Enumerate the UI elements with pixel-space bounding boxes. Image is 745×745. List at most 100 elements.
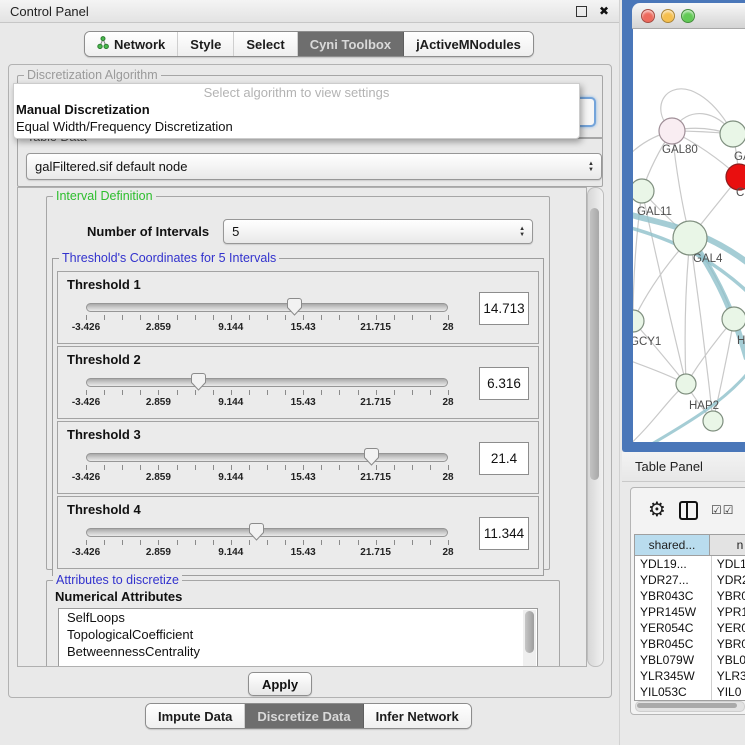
slider-ticks — [86, 465, 448, 471]
network-node-pink[interactable] — [659, 118, 685, 144]
table-cell[interactable]: YDL19... — [635, 556, 712, 572]
threshold-slider[interactable]: -3.4262.8599.14415.4321.71528 — [86, 298, 448, 338]
control-panel-tabbar: Network Style SelectCyni ToolboxjActiveMNo… — [84, 31, 534, 57]
table-row[interactable]: YDL19...YDL1 — [635, 556, 745, 572]
tab-network[interactable]: Network — [85, 32, 178, 56]
attribute-item-selfloops[interactable]: SelfLoops — [59, 609, 537, 626]
table-horizontal-scrollbar[interactable] — [635, 701, 745, 712]
network-node-green[interactable] — [633, 310, 644, 332]
slider-thumb[interactable] — [364, 448, 379, 471]
table-cell[interactable]: YBL0 — [712, 652, 745, 668]
table-cell[interactable]: YBR043C — [635, 588, 712, 604]
table-cell[interactable]: YBR0 — [712, 636, 745, 652]
algorithm-option-equal-width-frequency-discretization[interactable]: Equal Width/Frequency Discretization — [14, 118, 579, 135]
table-row[interactable]: YER054CYER0 — [635, 620, 745, 636]
minimize-traffic-light[interactable] — [661, 9, 675, 23]
table-cell[interactable]: YPR145W — [635, 604, 712, 620]
column-header-1[interactable]: shared... — [635, 535, 710, 556]
network-node-green[interactable] — [676, 374, 696, 394]
table-cell[interactable]: YBR0 — [712, 588, 745, 604]
numerical-attributes-list[interactable]: SelfLoopsTopologicalCoefficientBetweenne… — [58, 608, 538, 667]
threshold-value-field[interactable]: 11.344 — [479, 517, 529, 550]
threshold-slider[interactable]: -3.4262.8599.14415.4321.71528 — [86, 373, 448, 413]
tab-label: Discretize Data — [257, 709, 350, 724]
gear-icon[interactable]: ⚙ — [648, 500, 666, 520]
close-traffic-light[interactable] — [641, 9, 655, 23]
slider-track[interactable] — [86, 303, 448, 312]
zoom-traffic-light[interactable] — [681, 9, 695, 23]
table-cell[interactable]: YIL053C — [635, 684, 712, 700]
table-row[interactable]: YLR345WYLR3 — [635, 668, 745, 684]
table-row[interactable]: YBR043CYBR0 — [635, 588, 745, 604]
slider-thumb[interactable] — [249, 523, 264, 546]
table-cell[interactable]: YIL0 — [712, 684, 745, 700]
slider-track[interactable] — [86, 378, 448, 387]
tick-labels: -3.4262.8599.14415.4321.71528 — [86, 547, 448, 559]
scrollbar-thumb[interactable] — [525, 611, 534, 653]
table-cell[interactable]: YLR3 — [712, 668, 745, 684]
float-window-icon[interactable] — [576, 6, 587, 17]
network-node-green[interactable] — [633, 179, 654, 203]
slider-track[interactable] — [86, 528, 448, 537]
algorithm-option-manual-discretization[interactable]: Manual Discretization — [14, 101, 579, 118]
checkbox-columns-icon[interactable]: ☑☑ — [711, 503, 735, 517]
tab-impute-data[interactable]: Impute Data — [146, 704, 245, 728]
threshold-value-field[interactable]: 21.4 — [479, 442, 529, 475]
tab-infer-network[interactable]: Infer Network — [364, 704, 471, 728]
tick-label: 28 — [442, 547, 453, 558]
network-edge[interactable] — [685, 238, 690, 384]
table-data-select[interactable]: galFiltered.sif default node ▲▼ — [26, 153, 602, 180]
table-cell[interactable]: YBL079W — [635, 652, 712, 668]
network-icon — [97, 36, 109, 52]
network-view-window[interactable]: GAL80GACGAL11GAL4GCY1HHAP2 — [622, 0, 745, 452]
slider-track[interactable] — [86, 453, 448, 462]
network-window-titlebar[interactable] — [632, 3, 745, 29]
tab-cyni-toolbox[interactable]: Cyni Toolbox — [298, 32, 404, 56]
network-graph[interactable]: GAL80GACGAL11GAL4GCY1HHAP2 — [633, 29, 745, 442]
attributes-scrollbar[interactable] — [523, 610, 536, 667]
table-cell[interactable]: YBR045C — [635, 636, 712, 652]
column-header-2[interactable]: n — [710, 535, 745, 556]
tab-jactivemnodules[interactable]: jActiveMNodules — [404, 32, 533, 56]
close-icon[interactable]: ✖ — [599, 5, 609, 17]
attribute-item-betweennesscentrality[interactable]: BetweennessCentrality — [59, 643, 537, 660]
tab-style[interactable]: Style — [178, 32, 234, 56]
threshold-slider[interactable]: -3.4262.8599.14415.4321.71528 — [86, 523, 448, 563]
node-label-c: C — [736, 187, 744, 199]
network-node-green[interactable] — [703, 411, 723, 431]
threshold-panel: Threshold 1-3.4262.8599.14415.4321.71528… — [57, 271, 539, 344]
split-panel-icon[interactable] — [679, 501, 698, 520]
threshold-slider[interactable]: -3.4262.8599.14415.4321.71528 — [86, 448, 448, 488]
table-row[interactable]: YPR145WYPR1 — [635, 604, 745, 620]
table-row[interactable]: YDR27...YDR2 — [635, 572, 745, 588]
table-row[interactable]: YBL079WYBL0 — [635, 652, 745, 668]
slider-thumb[interactable] — [191, 373, 206, 396]
table-cell[interactable]: YPR1 — [712, 604, 745, 620]
network-node-green[interactable] — [722, 307, 745, 331]
settings-vertical-scrollbar[interactable] — [587, 187, 604, 667]
network-canvas[interactable]: GAL80GACGAL11GAL4GCY1HHAP2 — [633, 29, 745, 442]
network-node-green[interactable] — [720, 121, 745, 147]
table-cell[interactable]: YDL1 — [712, 556, 745, 572]
scrollbar-thumb[interactable] — [590, 208, 599, 480]
threshold-value-field[interactable]: 6.316 — [479, 367, 529, 400]
table-cell[interactable]: YER054C — [635, 620, 712, 636]
network-edge[interactable] — [633, 384, 686, 442]
tab-label: Infer Network — [376, 709, 459, 724]
table-cell[interactable]: YDR2 — [712, 572, 745, 588]
table-cell[interactable]: YDR27... — [635, 572, 712, 588]
number-of-intervals-select[interactable]: 5 ▲▼ — [223, 219, 533, 244]
scrollbar-thumb[interactable] — [637, 703, 737, 708]
tab-discretize-data[interactable]: Discretize Data — [245, 704, 363, 728]
table-row[interactable]: YBR045CYBR0 — [635, 636, 745, 652]
tab-label: Style — [190, 37, 221, 52]
table-row[interactable]: YIL053CYIL0 — [635, 684, 745, 700]
table-cell[interactable]: YLR345W — [635, 668, 712, 684]
slider-thumb[interactable] — [287, 298, 302, 321]
tab-select[interactable]: Select — [234, 32, 297, 56]
apply-button[interactable]: Apply — [248, 672, 312, 696]
network-node-green[interactable] — [673, 221, 707, 255]
table-cell[interactable]: YER0 — [712, 620, 745, 636]
attribute-item-topologicalcoefficient[interactable]: TopologicalCoefficient — [59, 626, 537, 643]
threshold-value-field[interactable]: 14.713 — [479, 292, 529, 325]
